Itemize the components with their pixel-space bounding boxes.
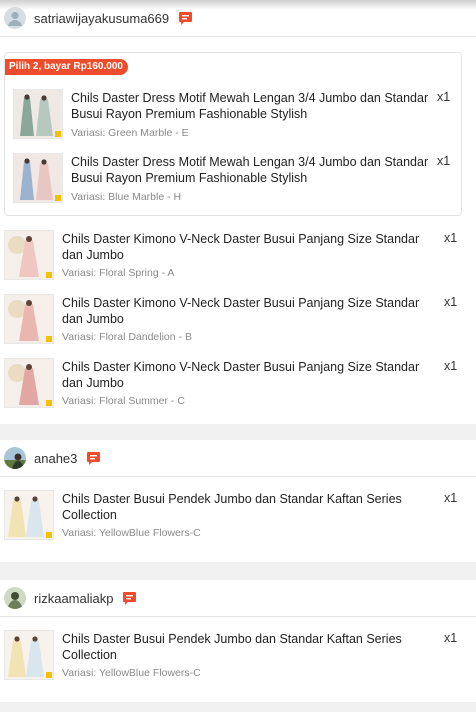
product-item[interactable]: Chils Daster Kimono V-Neck Daster Busui … <box>4 358 470 408</box>
product-variant: Variasi: Floral Spring - A <box>62 267 175 279</box>
product-title: Chils Daster Dress Motif Mewah Lengan 3/… <box>71 91 429 121</box>
product-thumbnail[interactable] <box>4 358 54 408</box>
product-thumbnail[interactable] <box>4 230 54 280</box>
product-quantity: x1 <box>444 359 458 373</box>
product-quantity: x1 <box>444 491 458 505</box>
product-variant: Variasi: Green Marble - E <box>71 127 189 139</box>
divider <box>0 36 476 37</box>
product-title: Chils Daster Dress Motif Mewah Lengan 3/… <box>71 155 429 185</box>
buyer-username[interactable]: rizkaamaliakp <box>34 591 113 606</box>
chat-bubble-icon[interactable] <box>86 450 102 466</box>
product-item[interactable]: Chils Daster Dress Motif Mewah Lengan 3/… <box>13 153 459 203</box>
product-variant: Variasi: YellowBlue Flowers-C <box>62 667 201 679</box>
product-variant: Variasi: Blue Marble - H <box>71 191 182 203</box>
product-item[interactable]: Chils Daster Kimono V-Neck Daster Busui … <box>4 230 470 280</box>
buyer-username[interactable]: satriawijayakusuma669 <box>34 11 169 26</box>
product-quantity: x1 <box>437 90 451 104</box>
product-item[interactable]: Chils Daster Busui Pendek Jumbo dan Stan… <box>4 630 470 680</box>
order-card: satriawijayakusuma669 Pilih 2, bayar Rp1… <box>0 0 476 424</box>
product-variant: Variasi: Floral Summer - C <box>62 395 185 407</box>
chat-bubble-icon[interactable] <box>122 590 138 606</box>
avatar[interactable] <box>4 587 26 609</box>
top-shadow <box>0 0 476 10</box>
product-quantity: x1 <box>444 295 458 309</box>
product-thumbnail[interactable] <box>4 630 54 680</box>
buyer-row[interactable]: anahe3 <box>0 440 476 476</box>
chat-bubble-icon[interactable] <box>178 10 194 26</box>
product-thumbnail[interactable] <box>4 490 54 540</box>
product-thumbnail[interactable] <box>4 294 54 344</box>
product-title: Chils Daster Busui Pendek Jumbo dan Stan… <box>62 492 402 522</box>
product-title: Chils Daster Kimono V-Neck Daster Busui … <box>62 360 420 390</box>
buyer-row[interactable]: rizkaamaliakp <box>0 580 476 616</box>
divider <box>0 616 476 617</box>
buyer-username[interactable]: anahe3 <box>34 451 77 466</box>
bundle-deal-box: Pilih 2, bayar Rp160.000 Chils Daster Dr… <box>4 52 462 216</box>
product-thumbnail[interactable] <box>13 89 63 139</box>
avatar[interactable] <box>4 447 26 469</box>
bundle-deal-badge: Pilih 2, bayar Rp160.000 <box>5 59 128 75</box>
default-avatar-icon[interactable] <box>4 7 26 29</box>
product-thumbnail[interactable] <box>13 153 63 203</box>
product-variant: Variasi: Floral Dandelion - B <box>62 331 192 343</box>
product-item[interactable]: Chils Daster Busui Pendek Jumbo dan Stan… <box>4 490 470 540</box>
product-item[interactable]: Chils Daster Kimono V-Neck Daster Busui … <box>4 294 470 344</box>
product-quantity: x1 <box>444 231 458 245</box>
order-card: rizkaamaliakp Chils Daster Busui Pendek … <box>0 580 476 702</box>
product-title: Chils Daster Kimono V-Neck Daster Busui … <box>62 232 420 262</box>
order-card: anahe3 Chils Daster Busui Pendek Jumbo d… <box>0 440 476 562</box>
divider <box>0 476 476 477</box>
product-variant: Variasi: YellowBlue Flowers-C <box>62 527 201 539</box>
product-title: Chils Daster Busui Pendek Jumbo dan Stan… <box>62 632 402 662</box>
product-title: Chils Daster Kimono V-Neck Daster Busui … <box>62 296 420 326</box>
product-quantity: x1 <box>437 154 451 168</box>
product-item[interactable]: Chils Daster Dress Motif Mewah Lengan 3/… <box>13 89 459 139</box>
product-quantity: x1 <box>444 631 458 645</box>
